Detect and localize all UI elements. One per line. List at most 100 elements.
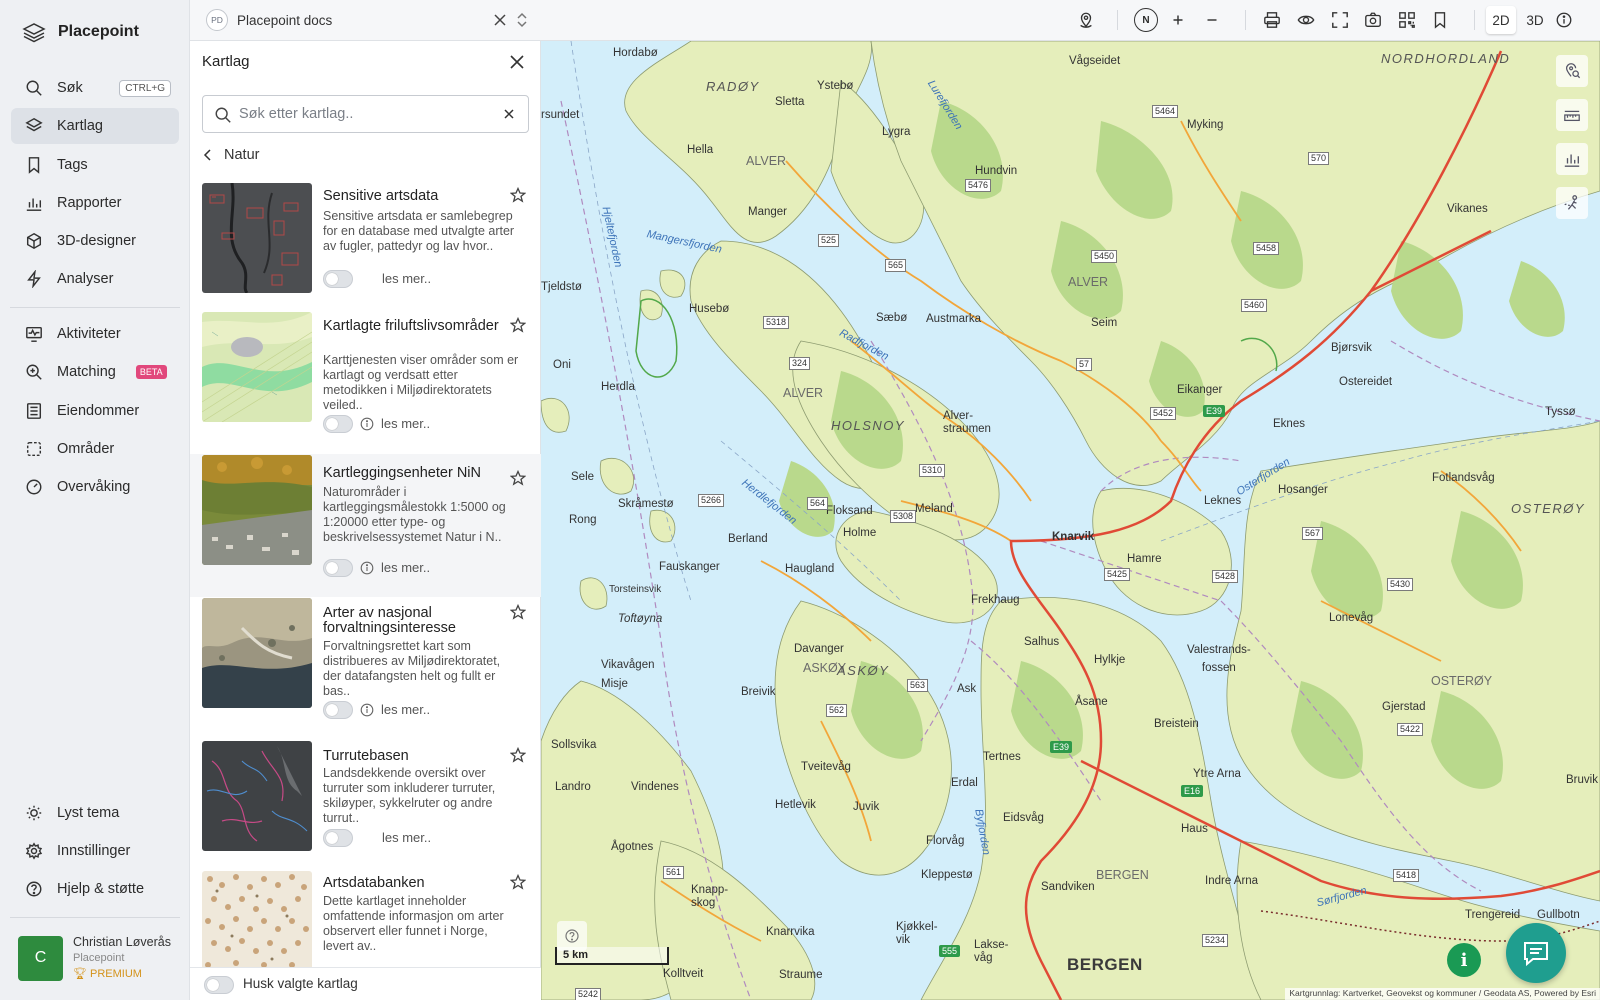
star-icon[interactable] (510, 317, 526, 333)
location-pin-icon[interactable] (1076, 10, 1096, 30)
nav-item-3d-designer[interactable]: 3D-designer (11, 223, 179, 259)
fullscreen-icon[interactable] (1330, 10, 1350, 30)
map-label-place: Haus (1181, 823, 1208, 835)
map-label-place: Eknes (1273, 418, 1305, 430)
info-icon[interactable] (1554, 10, 1574, 30)
view-2d-button[interactable]: 2D (1486, 6, 1516, 34)
monitor-activity-icon (26, 326, 42, 342)
info-icon[interactable] (360, 561, 374, 575)
nav-item-label: Eiendommer (57, 403, 140, 419)
map-label-municipality: ALVER (1068, 275, 1109, 289)
nav-item-activities[interactable]: Aktiviteter (11, 316, 179, 352)
nav-item-light-theme[interactable]: Lyst tema (11, 795, 179, 831)
layer-item-national-species[interactable]: Arter av nasjonal forvaltningsinteresse … (190, 597, 541, 740)
statistics-icon[interactable] (1556, 143, 1588, 175)
read-more-link[interactable]: les mer.. (381, 560, 430, 575)
info-icon[interactable] (360, 417, 374, 431)
nav-item-map-layers[interactable]: Kartlag (11, 108, 179, 144)
road-number-badge: 570 (1308, 152, 1330, 165)
layer-description: Forvaltningsrettet kart som distribueres… (323, 639, 501, 698)
nav-item-reports[interactable]: Rapporter (11, 185, 179, 221)
map-label-place: Myking (1187, 119, 1224, 131)
qr-code-icon[interactable] (1397, 10, 1417, 30)
layer-thumbnail (202, 741, 312, 851)
layer-item-outdoor-recreation[interactable]: Kartlagte friluftslivsområder Karttjenes… (190, 311, 541, 454)
print-icon[interactable] (1262, 10, 1282, 30)
layer-toggle[interactable] (323, 270, 353, 288)
map-canvas[interactable]: NORDHORDLAND RADØY ALVER ALVER ALVER HOL… (541, 41, 1600, 1000)
layer-thumbnail (202, 183, 312, 293)
breadcrumb[interactable]: Natur (202, 147, 259, 163)
hiking-route-icon[interactable] (1556, 187, 1588, 219)
brand[interactable]: Placepoint (22, 20, 139, 44)
read-more-link[interactable]: les mer.. (382, 271, 431, 286)
nav-item-matching[interactable]: Matching BETA (11, 354, 179, 390)
star-icon[interactable] (510, 187, 526, 203)
map-label-place: Hundvin (975, 165, 1018, 177)
layer-thumbnail (202, 871, 312, 981)
layer-item-trail-database[interactable]: Turrutebasen Landsdekkende oversikt over… (190, 740, 541, 883)
breadcrumb-label: Natur (224, 147, 260, 163)
layer-toggle[interactable] (323, 559, 353, 577)
european-road-badge: E16 (1181, 785, 1204, 797)
toolbar-divider (1117, 10, 1118, 30)
nav-item-properties[interactable]: Eiendommer (11, 393, 179, 429)
star-icon[interactable] (510, 747, 526, 763)
read-more-link[interactable]: les mer.. (382, 830, 431, 845)
layer-title: Kartlagte friluftslivsområder (323, 318, 499, 334)
map-label-place: Toftøyna (618, 613, 663, 625)
close-icon[interactable] (508, 53, 526, 71)
user-profile[interactable]: C Christian Løverås Placepoint 🏆︎ PREMIU… (18, 934, 171, 982)
layer-search-input[interactable] (239, 104, 489, 124)
star-icon[interactable] (510, 604, 526, 620)
nav-item-settings[interactable]: Innstillinger (11, 833, 179, 869)
land-islet-3 (649, 509, 676, 543)
clear-workspace-icon[interactable] (492, 12, 508, 28)
remember-layers-toggle[interactable] (204, 976, 234, 994)
info-button[interactable]: i (1447, 943, 1481, 977)
eye-icon[interactable] (1296, 10, 1316, 30)
nav-item-help[interactable]: Hjelp & støtte (11, 871, 179, 907)
nav-item-monitoring[interactable]: Overvåking (11, 469, 179, 505)
chat-support-button[interactable] (1506, 923, 1566, 983)
bookmark-icon[interactable] (1430, 10, 1450, 30)
layer-toggle[interactable] (323, 701, 353, 719)
read-more-link[interactable]: les mer.. (381, 416, 430, 431)
star-icon[interactable] (510, 874, 526, 890)
map-label-place: Berland (728, 533, 768, 545)
road-number-badge: 5266 (698, 494, 725, 507)
nav-item-areas[interactable]: Områder (11, 431, 179, 467)
map-layers-panel: Kartlag Natur Sensitive ar (190, 41, 541, 1000)
nav-item-tags[interactable]: Tags (11, 147, 179, 183)
top-toolbar: PD Placepoint docs N 2D 3D (190, 0, 1600, 41)
location-search-icon[interactable] (1556, 55, 1588, 87)
remember-layers-label: Husk valgte kartlag (243, 976, 358, 991)
layer-description: Naturområder i kartleggingsmålestokk 1:5… (323, 485, 506, 544)
chevron-up-down-icon[interactable] (515, 12, 529, 28)
map-label-place: Ask (957, 683, 977, 695)
layer-item-sensitive-species[interactable]: Sensitive artsdata Sensitive artsdata er… (190, 181, 541, 324)
layer-title: Sensitive artsdata (323, 188, 439, 204)
road-number-badge: 5458 (1253, 242, 1280, 255)
layer-toggle[interactable] (323, 829, 353, 847)
workspace-badge: PD (206, 9, 228, 31)
zoom-in-icon[interactable] (1168, 10, 1188, 30)
layer-toggle[interactable] (323, 415, 353, 433)
read-more-link[interactable]: les mer.. (381, 702, 430, 717)
map-label-place: Vindenes (631, 781, 679, 793)
info-icon[interactable] (360, 703, 374, 717)
road-number-badge: 5428 (1212, 570, 1239, 583)
star-icon[interactable] (510, 470, 526, 486)
layer-item-nin-mapping-units[interactable]: Kartleggingsenheter NiN Naturområder i k… (190, 454, 541, 597)
measure-ruler-icon[interactable] (1556, 99, 1588, 131)
camera-icon[interactable] (1363, 10, 1383, 30)
nav-divider (10, 917, 180, 918)
workspace-selector[interactable]: PD Placepoint docs (206, 9, 332, 31)
view-3d-button[interactable]: 3D (1520, 6, 1550, 34)
nav-item-analyses[interactable]: Analyser (11, 261, 179, 297)
map-label-place: Bjørsvik (1331, 342, 1372, 354)
nav-item-search[interactable]: Søk CTRL+G (11, 70, 179, 106)
compass-north-icon[interactable]: N (1134, 8, 1158, 32)
zoom-out-icon[interactable] (1202, 10, 1222, 30)
clear-search-icon[interactable] (503, 108, 515, 120)
